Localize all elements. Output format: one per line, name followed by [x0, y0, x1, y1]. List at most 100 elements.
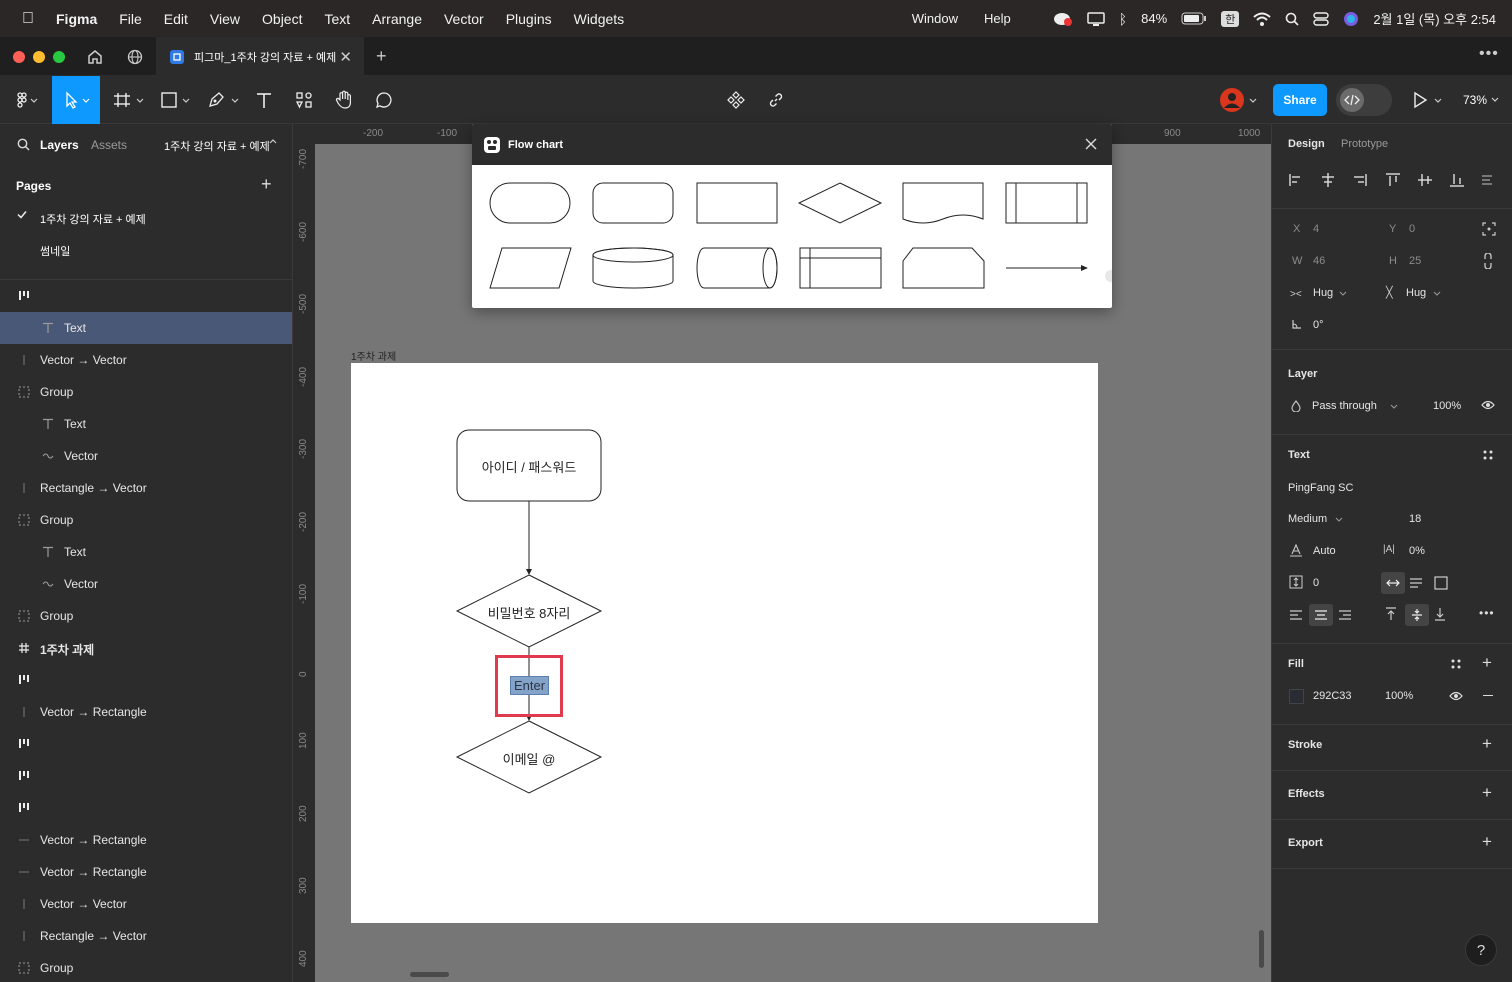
add-effect-icon[interactable]: +: [1482, 783, 1492, 803]
line-height-input[interactable]: Auto: [1313, 545, 1336, 557]
wifi-icon[interactable]: [1253, 12, 1271, 26]
frame-label[interactable]: 1주차 과제: [351, 348, 396, 363]
layer-row[interactable]: Group: [0, 952, 292, 982]
blend-mode-dropdown[interactable]: Pass through: [1312, 400, 1377, 412]
frame-tool-button[interactable]: [110, 76, 148, 124]
fill-hex-input[interactable]: 292C33: [1313, 690, 1352, 702]
multiplayer-avatar[interactable]: [1216, 76, 1262, 124]
menu-vector[interactable]: Vector: [444, 11, 484, 27]
search-icon[interactable]: [17, 138, 30, 151]
page-selector[interactable]: 1주차 강의 자료 + 예제: [164, 138, 270, 154]
menu-widgets[interactable]: Widgets: [574, 11, 625, 27]
layer-row[interactable]: [0, 728, 292, 760]
notification-icon[interactable]: [1053, 11, 1073, 27]
menu-text[interactable]: Text: [324, 11, 350, 27]
layer-row[interactable]: [0, 280, 292, 312]
component-button[interactable]: [726, 76, 746, 124]
move-tool-button[interactable]: [52, 76, 100, 124]
frame-1week-task[interactable]: 아이디 / 패스워드 비밀번호 8자리 이메일 @ Enter: [351, 363, 1098, 923]
home-icon[interactable]: [87, 49, 103, 64]
paragraph-spacing-input[interactable]: 0: [1313, 577, 1319, 589]
close-window-button[interactable]: [13, 51, 25, 63]
lock-ratio-icon[interactable]: [1483, 253, 1493, 269]
vertical-scrollbar[interactable]: [1259, 930, 1264, 968]
fixed-size-icon[interactable]: [1434, 576, 1448, 590]
w-input[interactable]: 46: [1313, 255, 1325, 267]
zoom-dropdown[interactable]: 73%: [1456, 76, 1506, 124]
page-item-current[interactable]: 1주차 강의 자료 + 예제: [40, 211, 146, 227]
letter-spacing-input[interactable]: 0%: [1409, 545, 1425, 557]
align-text-middle-button[interactable]: [1405, 604, 1429, 626]
minimize-window-button[interactable]: [33, 51, 45, 63]
zoom-window-button[interactable]: [53, 51, 65, 63]
decision1-label[interactable]: 비밀번호 8자리: [457, 603, 601, 622]
align-text-top-icon[interactable]: [1385, 607, 1397, 621]
text-tool-button[interactable]: [252, 76, 276, 124]
h-input[interactable]: 25: [1409, 255, 1421, 267]
layer-row[interactable]: Vector → Rectangle: [0, 696, 292, 728]
layer-row[interactable]: [0, 664, 292, 696]
text-align-left-icon[interactable]: [1289, 609, 1303, 621]
shape-tool-button[interactable]: [156, 76, 196, 124]
present-button[interactable]: [1410, 76, 1446, 124]
pen-tool-button[interactable]: [204, 76, 244, 124]
menu-edit[interactable]: Edit: [164, 11, 188, 27]
remove-fill-icon[interactable]: [1483, 695, 1493, 696]
layer-row[interactable]: Vector → Rectangle: [0, 824, 292, 856]
search-icon[interactable]: [1285, 12, 1299, 26]
link-button[interactable]: [766, 76, 786, 124]
resources-button[interactable]: [292, 76, 316, 124]
tab-design[interactable]: Design: [1288, 138, 1325, 150]
tab-file[interactable]: 피그마_1주차 강의 자료 + 예제 ✕: [156, 37, 364, 76]
selected-text-enter[interactable]: Enter: [510, 676, 550, 695]
community-globe-icon[interactable]: [127, 49, 143, 65]
main-menu-button[interactable]: [8, 76, 46, 124]
auto-height-icon[interactable]: [1409, 577, 1423, 589]
menu-file[interactable]: File: [119, 11, 142, 27]
layer-row[interactable]: [0, 760, 292, 792]
horizontal-scrollbar[interactable]: [410, 972, 449, 977]
page-item-thumbnail[interactable]: 썸네일: [40, 243, 70, 259]
menu-arrange[interactable]: Arrange: [372, 11, 422, 27]
layer-row[interactable]: Vector → Vector: [0, 888, 292, 920]
start-node-label[interactable]: 아이디 / 패스워드: [457, 457, 601, 476]
x-input[interactable]: 4: [1313, 223, 1319, 235]
layer-row[interactable]: Group: [0, 376, 292, 408]
layer-row[interactable]: Vector: [0, 568, 292, 600]
rotation-input[interactable]: 0°: [1313, 319, 1324, 331]
help-button[interactable]: ?: [1465, 934, 1497, 966]
close-plugin-icon[interactable]: [1084, 137, 1098, 151]
clock[interactable]: 2월 1일 (목) 오후 2:54: [1373, 9, 1496, 28]
font-family-dropdown[interactable]: PingFang SC: [1288, 482, 1353, 494]
menu-view[interactable]: View: [210, 11, 240, 27]
more-options-icon[interactable]: •••: [1479, 606, 1495, 620]
more-icon[interactable]: •••: [1479, 45, 1499, 63]
fill-styles-icon[interactable]: [1450, 658, 1462, 670]
tab-prototype[interactable]: Prototype: [1341, 138, 1388, 150]
layer-row[interactable]: Vector: [0, 440, 292, 472]
align-text-bottom-icon[interactable]: [1434, 607, 1446, 621]
control-center-icon[interactable]: [1313, 11, 1330, 26]
tab-assets[interactable]: Assets: [91, 138, 127, 152]
layer-row[interactable]: Vector → Rectangle: [0, 856, 292, 888]
fill-swatch[interactable]: [1289, 689, 1304, 704]
fill-visibility-eye-icon[interactable]: [1449, 691, 1463, 701]
add-fill-icon[interactable]: +: [1482, 653, 1492, 673]
visibility-eye-icon[interactable]: [1481, 400, 1495, 410]
app-menu[interactable]: Figma: [56, 11, 97, 27]
input-method-icon[interactable]: 한: [1221, 10, 1240, 27]
battery-icon[interactable]: [1181, 12, 1207, 25]
hand-tool-button[interactable]: [332, 76, 356, 124]
text-styles-icon[interactable]: [1482, 449, 1494, 461]
new-tab-icon[interactable]: +: [376, 46, 387, 67]
layer-row[interactable]: 1주차 과제: [0, 632, 292, 664]
layer-row[interactable]: Vector → Vector: [0, 344, 292, 376]
menu-object[interactable]: Object: [262, 11, 302, 27]
font-weight-dropdown[interactable]: Medium: [1288, 513, 1327, 525]
apple-icon[interactable]: : [22, 10, 34, 28]
add-page-icon[interactable]: +: [261, 174, 272, 195]
close-tab-icon[interactable]: ✕: [339, 48, 352, 66]
constraints-icon[interactable]: [1482, 222, 1496, 236]
layer-row[interactable]: Rectangle → Vector: [0, 920, 292, 952]
layer-row[interactable]: Text: [0, 536, 292, 568]
